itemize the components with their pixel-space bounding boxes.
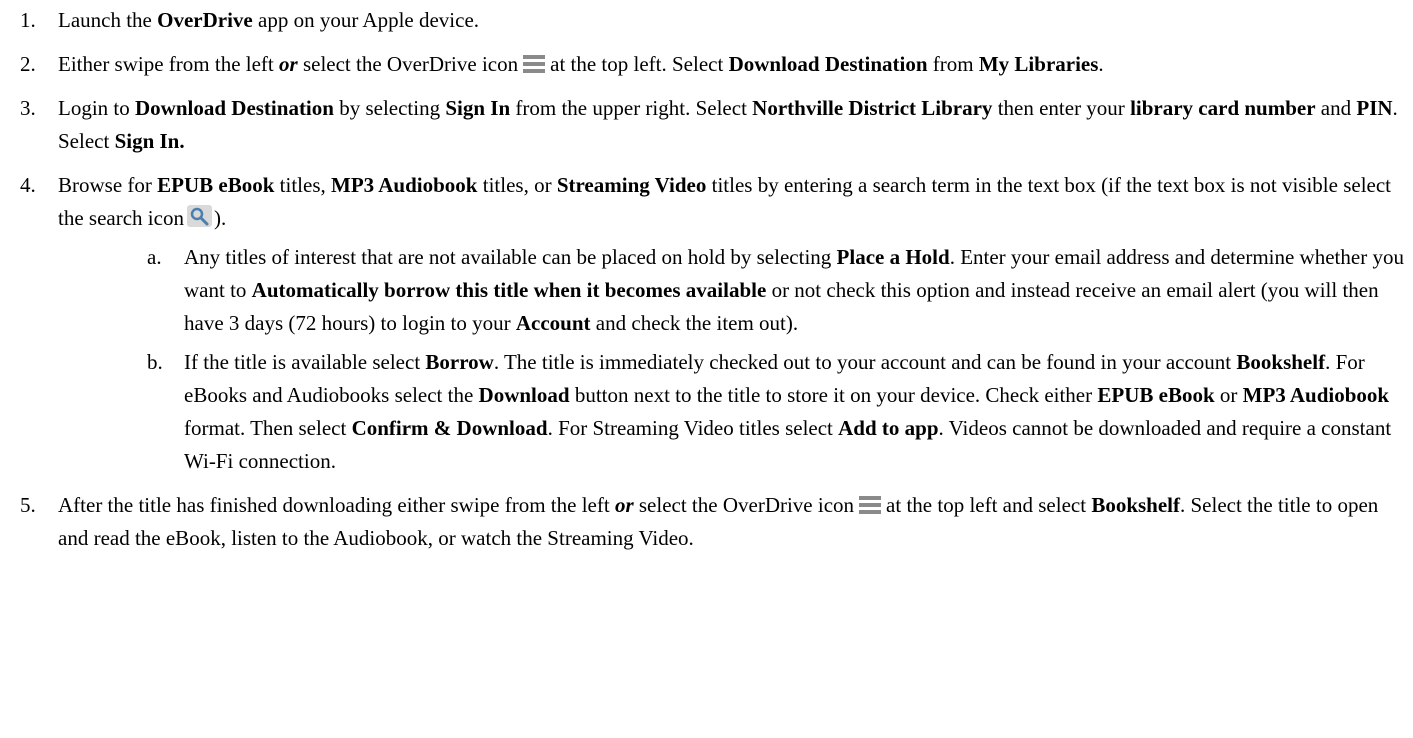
substep-a: a. Any titles of interest that are not a… [0, 241, 1413, 340]
instructions-document: 1. Launch the OverDrive app on your Appl… [0, 0, 1413, 738]
substep-b: b. If the title is available select Borr… [0, 346, 1413, 478]
substep-letter: b. [147, 350, 163, 374]
step-text: Login to Download Destination by selecti… [58, 96, 1398, 153]
step-number: 5. [20, 493, 36, 517]
substep-letter: a. [147, 245, 162, 269]
search-icon [186, 205, 212, 227]
step-number: 3. [20, 96, 36, 120]
step-text: Launch the OverDrive app on your Apple d… [58, 8, 480, 32]
step-text: After the title has finished downloading… [58, 493, 1379, 550]
overdrive-menu-icon [523, 55, 546, 73]
step-2: 2. Either swipe from the left or select … [0, 48, 1413, 81]
step-text: Browse for EPUB eBook titles, MP3 Audiob… [58, 173, 1392, 230]
step-number: 4. [20, 173, 36, 197]
step-5: 5. After the title has finished download… [0, 489, 1413, 555]
overdrive-menu-icon [859, 496, 882, 514]
step-4: 4. Browse for EPUB eBook titles, MP3 Aud… [0, 169, 1413, 235]
substep-text: If the title is available select Borrow.… [184, 350, 1392, 473]
step-3: 3. Login to Download Destination by sele… [0, 92, 1413, 158]
substep-text: Any titles of interest that are not avai… [184, 245, 1404, 335]
step-1: 1. Launch the OverDrive app on your Appl… [0, 4, 1413, 37]
step-text: Either swipe from the left or select the… [58, 52, 1104, 76]
step-number: 1. [20, 8, 36, 32]
step-number: 2. [20, 52, 36, 76]
